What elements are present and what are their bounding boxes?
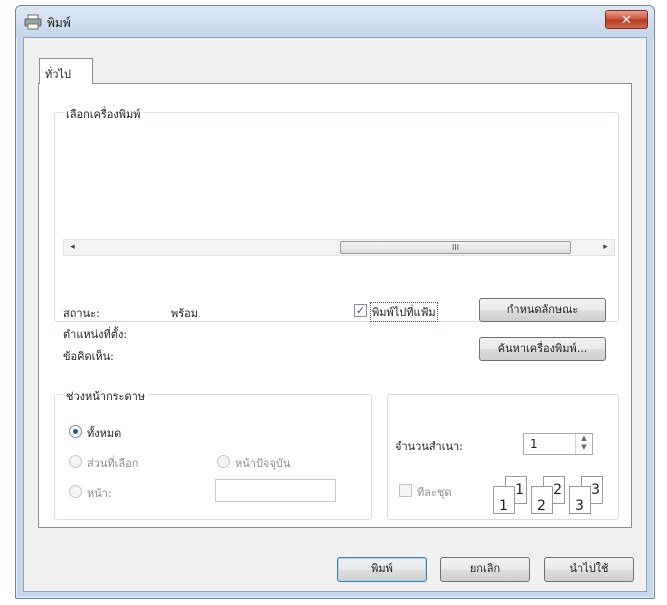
preferences-button[interactable]: กำหนดลักษณะ: [479, 298, 606, 322]
copies-value: 1: [530, 437, 538, 451]
collate-sheet-front-3: 3: [569, 486, 591, 514]
status-label: สถานะ:: [63, 307, 100, 320]
range-current-page-label[interactable]: หน้าปัจจุบัน: [235, 454, 290, 472]
window-title: พิมพ์: [47, 16, 71, 30]
collate-sheet-number: 3: [591, 482, 600, 498]
cancel-button[interactable]: ยกเลิก: [440, 557, 530, 582]
status-value: พร้อม: [171, 307, 199, 320]
spin-down-icon[interactable]: ▼: [576, 443, 592, 452]
print-button[interactable]: พิมพ์: [337, 557, 427, 582]
select-printer-legend: เลือกเครื่องพิมพ์: [63, 105, 144, 123]
printer-icon: [24, 14, 42, 30]
tab-panel-general: เลือกเครื่องพิมพ์ ◂ III ▸ สถานะ: พร้อม ต…: [38, 83, 632, 528]
range-selection-label[interactable]: ส่วนที่เลือก: [87, 454, 138, 472]
print-dialog-window: พิมพ์ ✕ ทั่วไป เลือกเครื่องพิมพ์ ◂ III ▸…: [15, 5, 655, 599]
scrollbar-thumb[interactable]: III: [340, 241, 571, 254]
collate-label[interactable]: ทีละชุด: [417, 483, 452, 501]
page-range-legend: ช่วงหน้ากระดาษ: [63, 387, 149, 405]
collate-sheet-front-1: 1: [493, 486, 515, 514]
copies-spin-buttons[interactable]: ▲ ▼: [575, 434, 592, 454]
range-selection-radio[interactable]: [69, 455, 82, 468]
collate-sheet-number: 1: [499, 498, 508, 514]
copies-spinbox[interactable]: 1 ▲ ▼: [523, 433, 593, 455]
title-bar[interactable]: พิมพ์ ✕: [16, 6, 654, 38]
collate-sheet-number: 1: [515, 482, 524, 498]
dialog-client-area: ทั่วไป เลือกเครื่องพิมพ์ ◂ III ▸ สถานะ: …: [23, 37, 647, 592]
collate-sheet-number: 3: [575, 498, 584, 514]
location-label: ตำแหน่งที่ตั้ง:: [63, 328, 128, 341]
close-icon: ✕: [621, 13, 632, 28]
tab-general[interactable]: ทั่วไป: [39, 58, 93, 84]
scroll-left-arrow-icon[interactable]: ◂: [64, 240, 81, 255]
close-button[interactable]: ✕: [605, 10, 648, 29]
print-to-file-checkbox[interactable]: ✓: [354, 304, 367, 317]
range-all-radio[interactable]: [69, 425, 82, 438]
scrollbar-grip-icon: III: [451, 243, 460, 252]
range-all-label[interactable]: ทั้งหมด: [87, 424, 121, 442]
apply-button[interactable]: นำไปใช้: [544, 557, 634, 582]
range-pages-radio[interactable]: [69, 485, 82, 498]
collate-pages-icon: 1 1 2 2 3 3: [493, 476, 613, 516]
scroll-right-arrow-icon[interactable]: ▸: [597, 240, 614, 255]
range-pages-label[interactable]: หน้า:: [87, 484, 112, 502]
tab-general-label: ทั่วไป: [45, 68, 71, 81]
collate-sheet-front-2: 2: [531, 486, 553, 514]
collate-sheet-number: 2: [553, 482, 562, 498]
collate-sheet-number: 2: [537, 498, 546, 514]
collate-checkbox[interactable]: [399, 484, 412, 497]
select-printer-group: เลือกเครื่องพิมพ์: [54, 105, 619, 322]
spin-up-icon[interactable]: ▲: [576, 434, 592, 443]
range-current-page-radio[interactable]: [217, 455, 230, 468]
printer-list-hscrollbar[interactable]: ◂ III ▸: [63, 239, 615, 256]
checkmark-icon: ✓: [355, 304, 366, 317]
pages-input[interactable]: [215, 479, 336, 502]
number-of-copies-label: จำนวนสำเนา:: [395, 440, 463, 453]
print-to-file-label[interactable]: พิมพ์ไปที่แฟ้ม: [370, 302, 438, 322]
find-printer-button[interactable]: ค้นหาเครื่องพิมพ์...: [479, 337, 606, 361]
comment-label: ข้อคิดเห็น:: [63, 350, 114, 363]
